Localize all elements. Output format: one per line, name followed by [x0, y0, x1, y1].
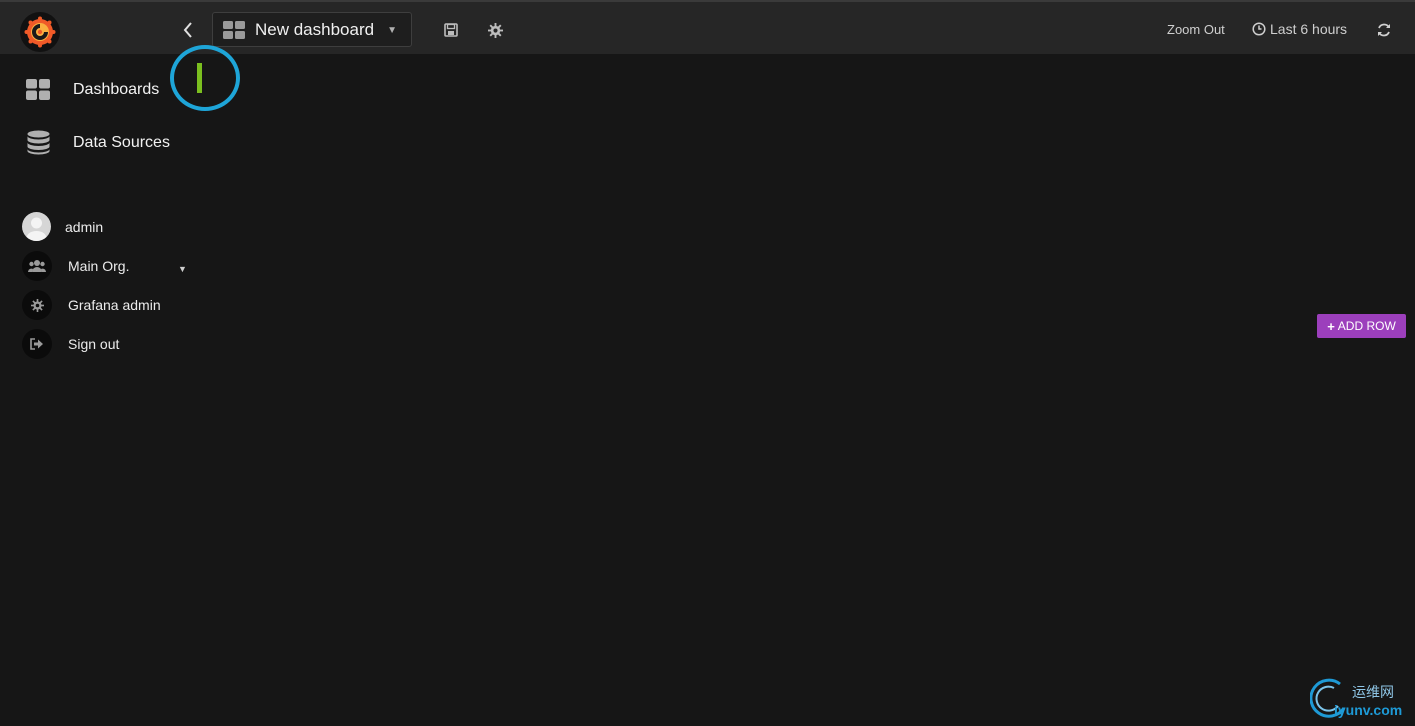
site-watermark: 运维网 iyunv.com [1310, 678, 1410, 722]
grafana-admin-link[interactable]: Grafana admin [22, 290, 161, 320]
org-name: Main Org. [68, 258, 130, 274]
dashboard-grid-icon [223, 20, 245, 39]
sidemenu-item-data-sources[interactable]: Data Sources [26, 130, 170, 155]
refresh-icon [1378, 23, 1390, 37]
user-profile-link[interactable]: admin [22, 212, 103, 241]
dashboard-title: New dashboard [255, 19, 375, 39]
sidemenu-item-label: Dashboards [73, 81, 160, 98]
sidemenu-item-dashboards[interactable]: Dashboards [26, 79, 159, 101]
chevron-left-icon [183, 22, 192, 38]
sign-out-link[interactable]: Sign out [22, 329, 119, 359]
chevron-down-icon: ▼ [387, 25, 397, 36]
add-row-label: ADD ROW [1337, 319, 1396, 333]
watermark-en-text: iyunv.com [1334, 702, 1403, 718]
save-icon [444, 23, 458, 37]
sign-out-icon [22, 329, 52, 359]
org-switcher[interactable]: Main Org. [22, 251, 129, 281]
time-range-picker[interactable]: Last 6 hours [1252, 21, 1347, 37]
refresh-button[interactable] [1374, 20, 1394, 40]
grafana-logo-icon[interactable] [20, 12, 60, 52]
save-dashboard-button[interactable] [441, 20, 461, 40]
dashboards-grid-icon [26, 79, 50, 100]
highlight-ring [170, 45, 240, 111]
watermark-cn-text: 运维网 [1352, 684, 1394, 700]
highlight-cursor-bar [197, 63, 202, 93]
avatar [22, 212, 51, 241]
clock-icon [1252, 22, 1266, 36]
collapse-sidemenu-button[interactable] [176, 16, 200, 44]
caret-down-icon[interactable]: ▼ [178, 264, 187, 274]
dashboard-settings-button[interactable] [485, 20, 505, 40]
dashboard-picker[interactable]: New dashboard ▼ [212, 12, 412, 47]
add-row-button[interactable]: + ADD ROW [1317, 314, 1406, 338]
sidemenu-item-label: Data Sources [73, 133, 170, 151]
plus-icon: + [1327, 318, 1335, 334]
gear-icon [487, 22, 503, 38]
grafana-admin-label: Grafana admin [68, 297, 161, 313]
time-range-label: Last 6 hours [1270, 21, 1348, 37]
zoom-out-button[interactable]: Zoom Out [1167, 22, 1225, 37]
users-icon [22, 251, 52, 281]
sign-out-label: Sign out [68, 336, 120, 352]
database-icon [27, 130, 50, 155]
user-name: admin [65, 218, 104, 235]
gear-icon [22, 290, 52, 320]
